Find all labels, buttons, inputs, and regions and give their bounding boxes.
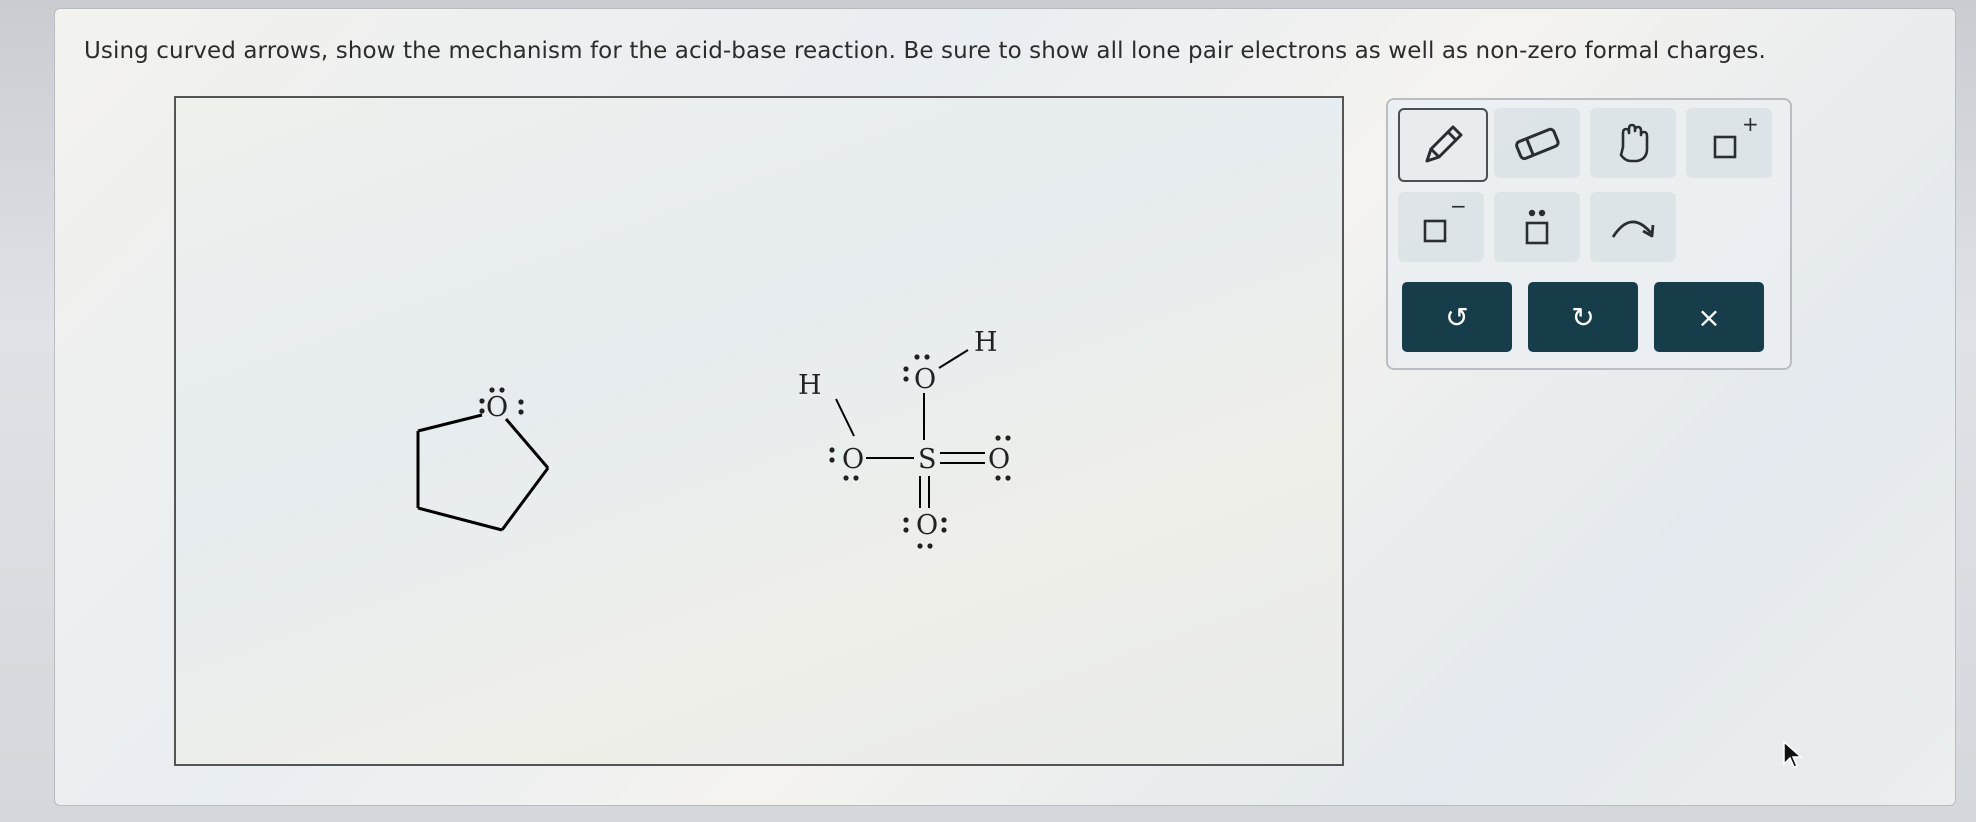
box-dots-icon	[1525, 209, 1549, 245]
oxygen-top: O	[914, 364, 936, 395]
thf-bond-c1-c2	[500, 467, 550, 531]
clear-button[interactable]: ×	[1654, 282, 1764, 352]
oxygen-right-lone-pair	[995, 475, 1001, 481]
question-instruction: Using curved arrows, show the mechanism …	[84, 38, 1766, 64]
drawing-canvas[interactable]: O S O H O H O O	[174, 96, 1344, 766]
oxygen-top-lone-pair	[903, 376, 909, 382]
hydrogen-top: H	[974, 327, 998, 358]
oxygen-right-lone-pair	[995, 435, 1001, 441]
oxygen-bottom-lone-pair	[927, 543, 933, 549]
thf-bond-c4-o	[417, 413, 483, 433]
oxygen-right-lone-pair	[1005, 435, 1011, 441]
minus-superscript: −	[1450, 194, 1467, 218]
thf-molecule[interactable]: O	[416, 387, 594, 558]
drawing-toolbar: + − ↺ ↻ ×	[1386, 98, 1792, 370]
undo-icon: ↺	[1445, 300, 1469, 334]
oxygen-bottom-lone-pair	[917, 543, 923, 549]
redo-button[interactable]: ↻	[1528, 282, 1638, 352]
thf-lone-pair-dot	[489, 387, 495, 393]
negative-charge-tool[interactable]: −	[1398, 192, 1484, 262]
thf-lone-pair-dot	[518, 399, 524, 405]
oxygen-left-lone-pair	[829, 457, 835, 463]
bond-o-top-h	[938, 349, 969, 369]
hand-tool[interactable]	[1590, 108, 1676, 178]
molecule-drawing: O S O H O H O O	[416, 327, 1011, 558]
oxygen-left-lone-pair	[853, 475, 859, 481]
mouse-cursor-icon	[1783, 740, 1803, 768]
hand-icon	[1619, 123, 1649, 163]
oxygen-top-lone-pair	[903, 366, 909, 372]
thf-oxygen: O	[486, 392, 508, 423]
close-icon: ×	[1697, 300, 1721, 334]
eraser-tool[interactable]	[1494, 108, 1580, 178]
thf-lone-pair-dot	[479, 398, 485, 404]
eraser-icon	[1515, 127, 1560, 161]
undo-button[interactable]: ↺	[1402, 282, 1512, 352]
hydrogen-left: H	[798, 370, 822, 401]
oxygen-left-lone-pair	[829, 447, 835, 453]
pencil-tool[interactable]	[1398, 108, 1488, 182]
thf-bond-c2-c3	[417, 506, 503, 532]
oxygen-bottom-lone-pair	[941, 527, 947, 533]
pencil-icon	[1425, 125, 1463, 163]
thf-lone-pair-dot	[499, 387, 505, 393]
oxygen-left: O	[842, 444, 864, 475]
oxygen-right: O	[988, 444, 1010, 475]
thf-lone-pair-dot	[518, 409, 524, 415]
sulfuric-acid-molecule[interactable]: S O H O H O O	[798, 327, 1011, 549]
oxygen-bottom: O	[916, 510, 938, 541]
oxygen-bottom-lone-pair	[903, 527, 909, 533]
oxygen-bottom-lone-pair	[903, 517, 909, 523]
thf-bond-o-c1	[504, 418, 550, 469]
oxygen-bottom-lone-pair	[941, 517, 947, 523]
positive-charge-tool[interactable]: +	[1686, 108, 1772, 178]
lone-pair-tool[interactable]	[1494, 192, 1580, 262]
bond-o-left-h	[835, 398, 855, 437]
oxygen-top-lone-pair	[914, 354, 920, 360]
sulfur-atom: S	[918, 444, 937, 475]
plus-superscript: +	[1742, 112, 1759, 136]
redo-icon: ↻	[1571, 300, 1595, 334]
curved-arrow-icon	[1611, 220, 1655, 238]
oxygen-top-lone-pair	[924, 354, 930, 360]
thf-lone-pair-dot	[479, 408, 485, 414]
thf-ring-bonds	[462, 414, 594, 558]
curved-arrow-tool[interactable]	[1590, 192, 1676, 262]
oxygen-left-lone-pair	[843, 475, 849, 481]
oxygen-right-lone-pair	[1005, 475, 1011, 481]
